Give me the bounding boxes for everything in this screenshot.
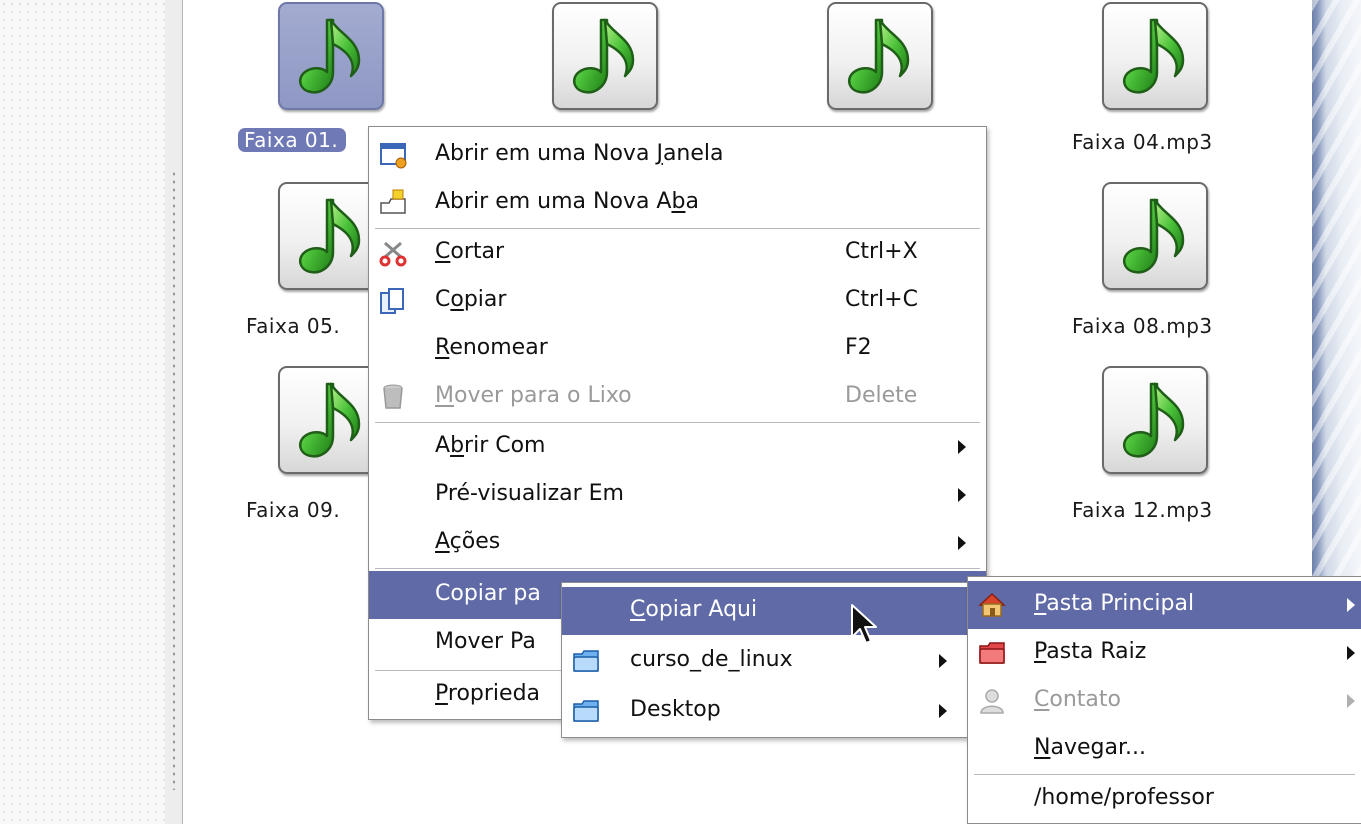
shortcut-label: Ctrl+C — [845, 287, 918, 312]
menu-item-contact[interactable]: Contato — [968, 677, 1361, 725]
music-note-icon — [293, 378, 369, 462]
menu-item-root-folder[interactable]: Pasta Raiz — [968, 629, 1361, 677]
menu-item-folder-desktop[interactable]: Desktop — [562, 687, 967, 735]
shortcut-label: F2 — [845, 335, 872, 360]
menu-item-copy-here[interactable]: Copiar Aqui — [562, 587, 967, 635]
trash-icon — [383, 384, 403, 409]
menu-item-label: Pasta Raiz — [1034, 639, 1147, 664]
music-file-icon[interactable] — [552, 2, 658, 110]
file-label[interactable]: Faixa 08.mp3 — [1072, 314, 1213, 338]
new-window-icon — [380, 143, 407, 169]
menu-item-home-folder[interactable]: Pasta Principal — [968, 581, 1361, 629]
file-label[interactable]: Faixa 09. — [246, 498, 340, 522]
music-note-icon — [842, 14, 918, 98]
file-label[interactable]: Faixa 12.mp3 — [1072, 498, 1213, 522]
shortcut-label: Ctrl+X — [845, 239, 918, 264]
menu-item-label: Copiar pa — [435, 581, 541, 606]
menu-item-label: Proprieda — [435, 681, 541, 706]
scissors-icon — [379, 241, 407, 267]
music-note-icon — [1117, 194, 1193, 278]
menu-item-copy[interactable]: Copiar Ctrl+C — [369, 277, 986, 325]
folder-icon — [573, 650, 599, 672]
menu-item-label: Cortar — [435, 239, 505, 264]
music-note-icon — [293, 14, 369, 98]
submenu-arrow-icon — [1347, 694, 1355, 708]
music-note-icon — [293, 194, 369, 278]
menu-item-open-new-window[interactable]: Abrir em uma Nova Janela — [369, 131, 986, 179]
mouse-pointer-icon — [851, 604, 877, 644]
desktop-background-left — [0, 0, 165, 824]
menu-item-move-to-trash[interactable]: Mover para o Lixo Delete — [369, 373, 986, 421]
home-icon — [978, 592, 1006, 617]
red-folder-icon — [979, 642, 1005, 664]
menu-item-browse[interactable]: Navegar... — [968, 725, 1361, 773]
submenu-arrow-icon — [958, 536, 966, 550]
menu-item-label: Abrir em uma Nova Janela — [435, 141, 724, 166]
menu-item-label: Abrir Com — [435, 433, 546, 458]
menu-item-preview-in[interactable]: Pré-visualizar Em — [369, 471, 986, 519]
submenu-arrow-icon — [958, 440, 966, 454]
menu-item-label: Contato — [1034, 687, 1121, 712]
music-note-icon — [567, 14, 643, 98]
file-label[interactable]: Faixa 01. — [238, 128, 347, 152]
splitter-grip-dots — [171, 170, 177, 790]
music-file-icon[interactable] — [827, 2, 933, 110]
menu-separator — [375, 568, 980, 569]
menu-item-open-with[interactable]: Abrir Com — [369, 423, 986, 471]
submenu-arrow-icon — [939, 704, 947, 718]
menu-item-label: Copiar — [435, 287, 507, 312]
places-submenu: Pasta Principal Pasta Raiz Contato Naveg… — [967, 576, 1361, 824]
menu-item-label: Desktop — [630, 697, 721, 722]
music-file-icon[interactable] — [1102, 366, 1208, 474]
file-label[interactable]: Faixa 04.mp3 — [1072, 130, 1213, 154]
menu-item-label: Navegar... — [1034, 735, 1146, 760]
shortcut-label: Delete — [845, 383, 918, 408]
menu-item-label: Pré-visualizar Em — [435, 481, 624, 506]
submenu-arrow-icon — [958, 488, 966, 502]
menu-item-label: Mover para o Lixo — [435, 383, 632, 408]
menu-item-recent-path[interactable]: /home/professor — [968, 775, 1361, 823]
music-file-icon[interactable] — [1102, 2, 1208, 110]
menu-item-label: Ações — [435, 529, 501, 554]
music-file-icon[interactable] — [1102, 182, 1208, 290]
copy-icon — [380, 288, 404, 314]
menu-item-rename[interactable]: Renomear F2 — [369, 325, 986, 373]
menu-item-folder-curso-de-linux[interactable]: curso_de_linux — [562, 637, 967, 685]
submenu-arrow-icon — [939, 654, 947, 668]
menu-item-label: Mover Pa — [435, 629, 536, 654]
submenu-arrow-icon — [1347, 598, 1355, 612]
menu-item-label: /home/professor — [1034, 785, 1214, 810]
music-note-icon — [1117, 378, 1193, 462]
menu-item-label: Abrir em uma Nova Aba — [435, 189, 699, 214]
menu-item-label: Renomear — [435, 335, 548, 360]
menu-item-label: Pasta Principal — [1034, 591, 1195, 616]
new-tab-icon — [380, 189, 406, 214]
music-note-icon — [1117, 14, 1193, 98]
copy-to-submenu: Copiar Aqui curso_de_linux Desktop — [561, 582, 968, 738]
menu-item-label: curso_de_linux — [630, 647, 793, 672]
menu-item-actions[interactable]: Ações — [369, 519, 986, 567]
submenu-arrow-icon — [1347, 646, 1355, 660]
menu-item-open-new-tab[interactable]: Abrir em uma Nova Aba — [369, 179, 986, 227]
file-label[interactable]: Faixa 05. — [246, 314, 340, 338]
menu-item-cut[interactable]: Cortar Ctrl+X — [369, 229, 986, 277]
contact-icon — [980, 689, 1004, 714]
music-file-icon[interactable] — [278, 2, 384, 110]
menu-item-label: Copiar Aqui — [630, 597, 758, 622]
folder-icon — [573, 700, 599, 722]
